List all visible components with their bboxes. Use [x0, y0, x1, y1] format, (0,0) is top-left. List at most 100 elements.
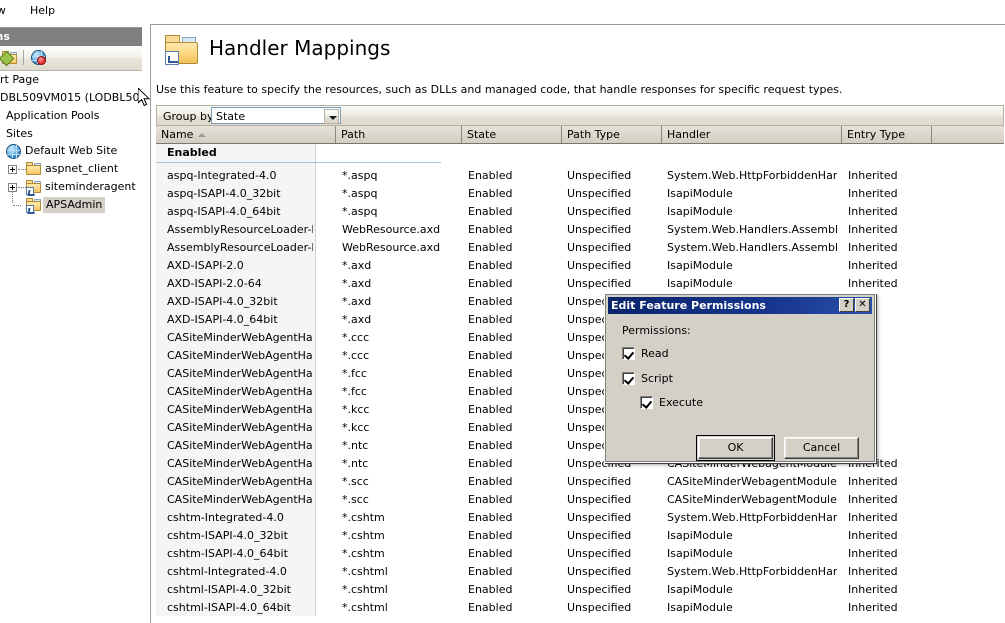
cell-handler: System.Web.HttpForbiddenHan...: [667, 565, 837, 578]
column-header-path-type[interactable]: Path Type: [562, 126, 662, 143]
cell-name: cshtm-ISAPI-4.0_32bit: [167, 529, 288, 542]
table-row[interactable]: AXD-ISAPI-4.0_32bit*.axdEnabledUnspeced: [156, 292, 1004, 310]
connections-pane-title: ons: [0, 30, 10, 43]
table-header-row: Name Path State Path Type Handler Entry …: [156, 126, 1004, 144]
cell-name: CASiteMinderWebAgentHandler-...: [167, 349, 313, 362]
cell-state: Enabled: [468, 259, 513, 272]
handler-mappings-table[interactable]: Name Path State Path Type Handler Entry …: [156, 126, 1004, 623]
group-by-select[interactable]: State: [211, 107, 341, 124]
table-row[interactable]: CASiteMinderWebAgentHandler-... *.ccc Enab…: [156, 346, 1004, 364]
pane-divider[interactable]: [142, 20, 143, 623]
checkbox-icon[interactable]: [622, 347, 635, 360]
checkbox-label: Read: [641, 347, 669, 360]
table-row[interactable]: CASiteMinderWebAgentHandler-... *.kcc Enab…: [156, 418, 1004, 436]
cell-path-type: Unspecified: [567, 565, 632, 578]
cell-name: cshtml-Integrated-4.0: [167, 565, 287, 578]
table-row[interactable]: CASiteMinderWebAgentHandler-ccc *.ccc Enab…: [156, 328, 1004, 346]
table-row[interactable]: aspq-ISAPI-4.0_64bit *.aspq Enabled Unspeci…: [156, 202, 1004, 220]
cell-path-type: Unspecified: [567, 583, 632, 596]
menu-item-view[interactable]: ew: [0, 4, 6, 17]
chevron-down-icon[interactable]: [324, 109, 339, 124]
cell-path: WebResource.axd: [342, 223, 441, 236]
cell-name: aspq-ISAPI-4.0_64bit: [167, 205, 281, 218]
ok-button[interactable]: OK: [696, 435, 775, 461]
column-header-name[interactable]: Name: [156, 126, 336, 143]
cell-path-type: Unspecified: [567, 475, 632, 488]
cell-entry-type: Inherited: [848, 223, 898, 236]
cell-entry-type: Inherited: [848, 205, 898, 218]
cell-state: Enabled: [468, 439, 513, 452]
expander-plus-icon[interactable]: [8, 165, 17, 174]
table-row[interactable]: AssemblyResourceLoader-Integr... WebResou…: [156, 238, 1004, 256]
permissions-label: Permissions:: [622, 324, 691, 337]
cancel-button[interactable]: Cancel: [784, 437, 859, 459]
cell-path: *.scc: [342, 475, 369, 488]
table-row[interactable]: CASiteMinderWebAgentHandler-f... *.fcc Ena…: [156, 382, 1004, 400]
cell-path-type: Unspecified: [567, 547, 632, 560]
checkbox-icon[interactable]: [622, 372, 635, 385]
table-row[interactable]: cshtml-ISAPI-4.0_32bit *.cshtml Enabled Uns…: [156, 580, 1004, 598]
stop-site-icon[interactable]: [30, 49, 48, 67]
group-header-label: Enabled: [167, 146, 217, 159]
cell-state: Enabled: [468, 511, 513, 524]
cell-state: Enabled: [468, 313, 513, 326]
help-button[interactable]: ?: [839, 298, 854, 312]
table-row[interactable]: CASiteMinderWebAgentHandler-ntc *.ntc Enab…: [156, 436, 1004, 454]
cell-state: Enabled: [468, 421, 513, 434]
checkbox-label: Execute: [659, 396, 703, 409]
table-row[interactable]: AssemblyResourceLoader-Integr... WebResou…: [156, 220, 1004, 238]
tree-item-label: rt Page: [0, 73, 39, 86]
new-folder-icon[interactable]: [0, 49, 20, 67]
column-header-handler[interactable]: Handler: [662, 126, 842, 143]
cell-name: cshtm-ISAPI-4.0_64bit: [167, 547, 288, 560]
folder-shortcut-icon: [26, 198, 42, 213]
connections-tree[interactable]: rt Page DBL509VM015 (LODBL509VM0 Applica…: [0, 72, 143, 242]
table-row[interactable]: cshtm-ISAPI-4.0_64bit *.cshtm Enabled Unspe…: [156, 544, 1004, 562]
table-row[interactable]: CASiteMinderWebAgentHandler-kcc *.kcc Enab…: [156, 400, 1004, 418]
column-header-path[interactable]: Path: [336, 126, 462, 143]
cell-handler: IsapiModule: [667, 277, 733, 290]
cell-path: *.cshtml: [342, 583, 388, 596]
cell-handler: System.Web.HttpForbiddenHan...: [667, 511, 837, 524]
cell-handler: IsapiModule: [667, 601, 733, 614]
edit-feature-permissions-dialog[interactable]: Edit Feature Permissions ? ✕ Permissions…: [604, 293, 876, 463]
column-header-entry-type[interactable]: Entry Type: [842, 126, 932, 143]
tree-item-label: APSAdmin: [43, 197, 106, 213]
cell-name: AXD-ISAPI-4.0_32bit: [167, 295, 278, 308]
table-row[interactable]: aspq-Integrated-4.0 *.aspq Enabled Unspecif…: [156, 166, 1004, 184]
column-header-filler[interactable]: [932, 126, 1004, 143]
cell-path-type: Unspecified: [567, 169, 632, 182]
table-row[interactable]: CASiteMinderWebAgentHandler-... *.ntc Enab…: [156, 454, 1004, 472]
cell-path-type: Unspecified: [567, 205, 632, 218]
cell-path: *.aspq: [342, 187, 378, 200]
dialog-title: Edit Feature Permissions: [611, 299, 766, 312]
table-row[interactable]: AXD-ISAPI-4.0_64bit*.axdEnabledUnspeced: [156, 310, 1004, 328]
table-row[interactable]: cshtml-ISAPI-4.0_64bit *.cshtml Enabled Uns…: [156, 598, 1004, 616]
table-row[interactable]: cshtml-Integrated-4.0 *.cshtml Enabled Unsp…: [156, 562, 1004, 580]
cell-name: AssemblyResourceLoader-Integr...: [167, 241, 313, 254]
cell-state: Enabled: [468, 277, 513, 290]
group-by-label: Group by:: [163, 110, 217, 123]
dialog-title-bar[interactable]: Edit Feature Permissions ? ✕: [608, 297, 872, 314]
table-row[interactable]: aspq-ISAPI-4.0_32bit *.aspq Enabled Unspeci…: [156, 184, 1004, 202]
table-row[interactable]: CASiteMinderWebAgentHandler-scc *.scc Enab…: [156, 472, 1004, 490]
table-row[interactable]: CASiteMinderWebAgentHandler-... *.scc Enab…: [156, 490, 1004, 508]
table-row[interactable]: cshtm-Integrated-4.0 *.cshtm Enabled Unspec…: [156, 508, 1004, 526]
checkbox-icon[interactable]: [640, 396, 653, 409]
cell-entry-type: Inherited: [848, 187, 898, 200]
table-row[interactable]: AXD-ISAPI-2.0-64 *.axd Enabled Unspecified I…: [156, 274, 1004, 292]
column-header-state[interactable]: State: [462, 126, 562, 143]
cell-entry-type: Inherited: [848, 511, 898, 524]
cell-state: Enabled: [468, 457, 513, 470]
table-row[interactable]: AXD-ISAPI-2.0 *.axd Enabled Unspecified Isap…: [156, 256, 1004, 274]
table-row[interactable]: cshtm-ISAPI-4.0_32bit *.cshtm Enabled Unspe…: [156, 526, 1004, 544]
connections-pane-caption: ons: [0, 27, 143, 47]
close-button[interactable]: ✕: [855, 298, 870, 312]
cell-handler: IsapiModule: [667, 583, 733, 596]
table-row[interactable]: CASiteMinderWebAgentHandler-fcc *.fcc Enab…: [156, 364, 1004, 382]
cell-state: Enabled: [468, 493, 513, 506]
group-by-value: State: [216, 110, 246, 123]
cell-state: Enabled: [468, 601, 513, 614]
cell-path-type: Unspecified: [567, 187, 632, 200]
menu-item-help[interactable]: Help: [30, 4, 55, 17]
